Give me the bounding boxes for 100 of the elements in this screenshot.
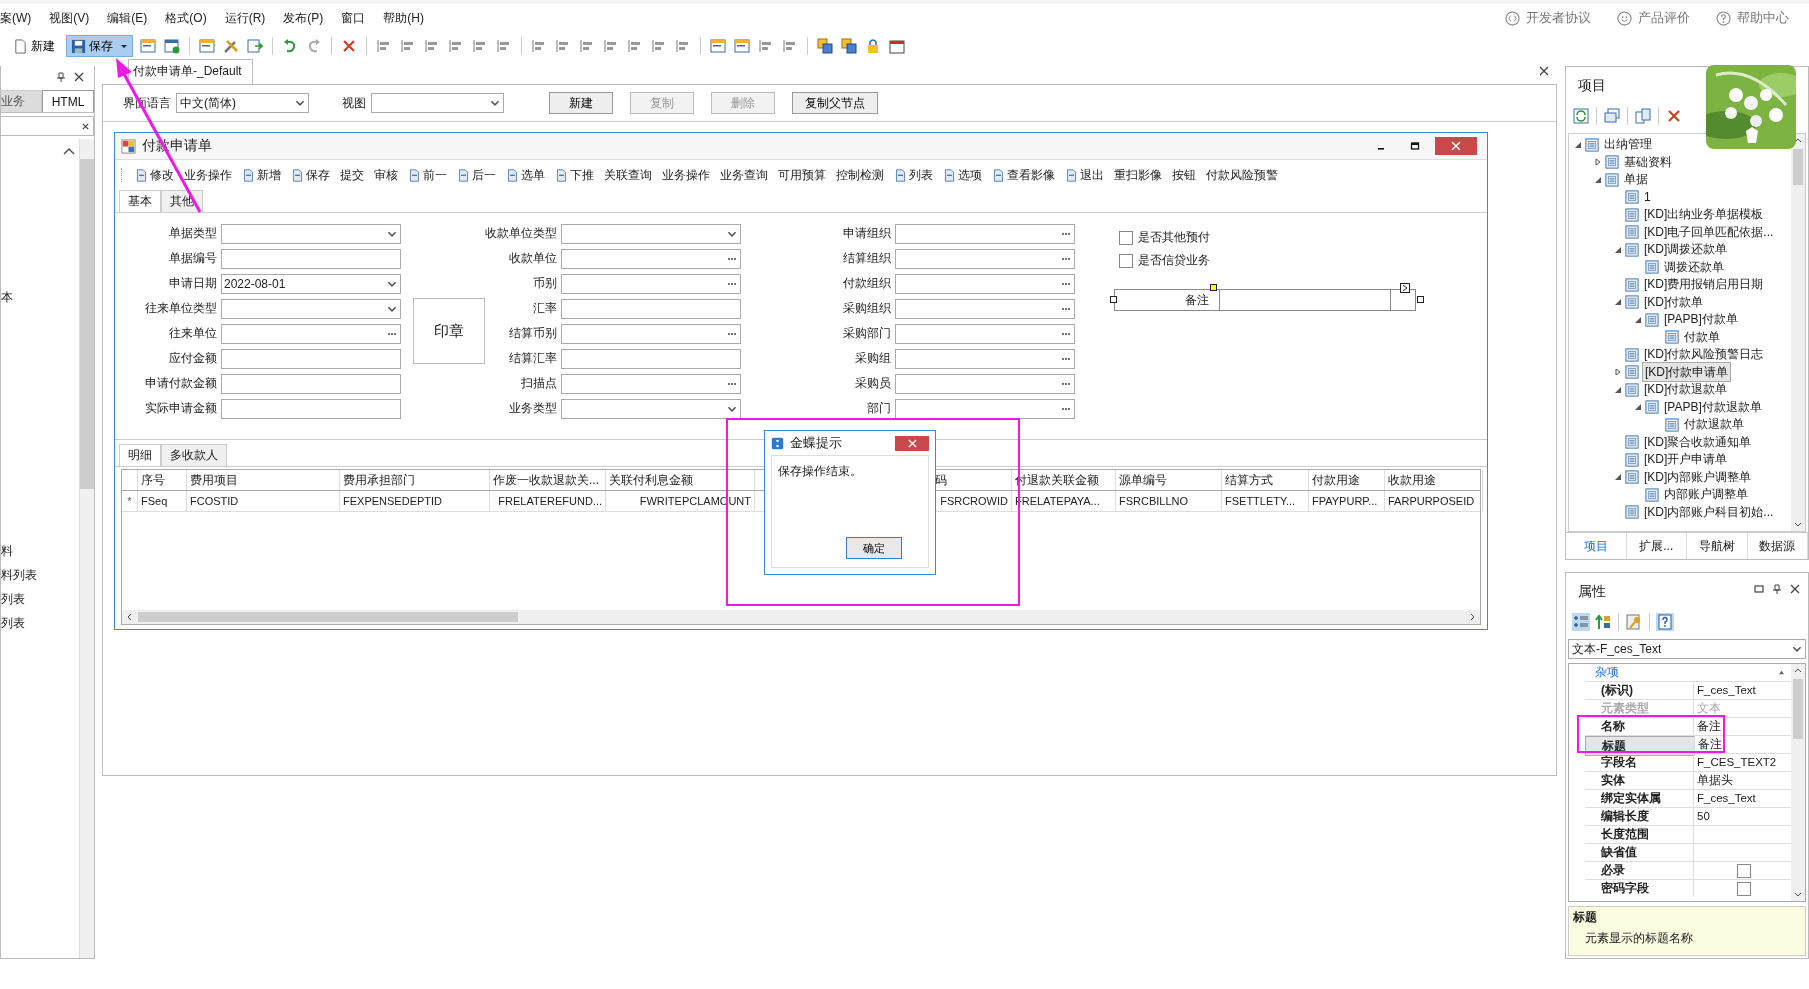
scroll-right-icon[interactable] xyxy=(1468,613,1476,621)
tree-item[interactable]: 基础资料 xyxy=(1622,153,1674,171)
scroll-thumb[interactable] xyxy=(80,159,94,489)
lookup-field[interactable] xyxy=(895,273,1075,294)
lookup-field[interactable] xyxy=(561,273,741,294)
close-button[interactable] xyxy=(895,435,929,451)
property-value[interactable]: 备注 xyxy=(1695,736,1791,753)
dropdown-field[interactable]: 2022-08-01 xyxy=(221,273,401,294)
key-icon[interactable] xyxy=(1625,613,1643,631)
scroll-thumb[interactable] xyxy=(1793,149,1803,185)
tree-item[interactable]: [KD]开户申请单 xyxy=(1642,451,1730,469)
detail-tab[interactable]: 多收款人 xyxy=(161,444,227,466)
toolbar-item[interactable]: 查看影像 xyxy=(987,166,1060,184)
property-name[interactable]: 标题 xyxy=(1585,736,1695,756)
lookup-field[interactable] xyxy=(895,248,1075,269)
panel-tab[interactable]: 项目 xyxy=(1566,533,1627,559)
tree-item[interactable]: [KD]付款风险预警日志 xyxy=(1642,346,1766,364)
scrollbar[interactable] xyxy=(122,610,1480,624)
resize-handle[interactable] xyxy=(1417,296,1424,303)
object-dropdown[interactable]: 文本-F_ces_Text xyxy=(1568,639,1806,659)
tree-item[interactable]: [KD]电子回单匹配依据... xyxy=(1642,223,1776,241)
tree-item[interactable]: 付款单 xyxy=(1682,328,1722,346)
toolbar-item[interactable]: 后一 xyxy=(452,166,501,184)
expanded-icon[interactable] xyxy=(1613,298,1622,307)
expanded-icon[interactable] xyxy=(1613,245,1622,254)
scroll-down-icon[interactable] xyxy=(1794,890,1802,898)
restore-icon[interactable] xyxy=(1754,584,1764,594)
tree-item[interactable]: [KD]费用报销启用日期 xyxy=(1642,276,1766,294)
scroll-up-icon[interactable] xyxy=(1794,667,1802,675)
action-button[interactable]: 复制父节点 xyxy=(792,92,878,114)
toolbar-item[interactable]: 审核 xyxy=(369,166,403,184)
pin-icon[interactable] xyxy=(56,72,66,82)
lookup-field[interactable] xyxy=(895,373,1075,394)
scroll-up-icon[interactable] xyxy=(1794,137,1802,145)
property-name[interactable]: 必录 xyxy=(1585,862,1694,879)
tree-item[interactable]: 单据 xyxy=(1622,171,1650,189)
collapsed-icon[interactable] xyxy=(1593,158,1602,167)
toolbar-item[interactable]: 选单 xyxy=(501,166,550,184)
lookup-field[interactable] xyxy=(561,373,741,394)
tree-item[interactable]: [KD]调拨还款单 xyxy=(1642,241,1730,259)
dropdown-field[interactable] xyxy=(561,398,741,419)
toolbar-item[interactable]: 付款风险预警 xyxy=(1201,166,1283,184)
property-value[interactable]: F_CES_TEXT2 xyxy=(1694,754,1791,771)
window-icon[interactable] xyxy=(709,37,727,55)
close-icon[interactable] xyxy=(74,72,84,82)
tree-item[interactable]: [KD]付款退款单 xyxy=(1642,381,1730,399)
menu-item[interactable]: 格式(O) xyxy=(156,9,216,27)
scrollbar[interactable] xyxy=(1791,134,1805,531)
search-field[interactable] xyxy=(1,116,94,136)
lookup-field[interactable] xyxy=(561,248,741,269)
tree-item[interactable]: 出纳管理 xyxy=(1602,136,1654,154)
resize-handle[interactable] xyxy=(1210,284,1217,291)
panel-tab[interactable]: 导航树 xyxy=(1687,533,1748,559)
expand-icon[interactable] xyxy=(1400,283,1410,293)
ok-button[interactable]: 确定 xyxy=(846,537,902,559)
toolbar-item[interactable]: 选项 xyxy=(938,166,987,184)
checkbox[interactable] xyxy=(1119,230,1133,245)
property-name[interactable]: 密码字段 xyxy=(1585,880,1694,897)
collapse-icon[interactable] xyxy=(63,147,75,155)
panel-tab[interactable]: HTML xyxy=(42,90,94,112)
property-name[interactable]: 实体 xyxy=(1585,772,1694,789)
toolbar-item[interactable]: 可用预算 xyxy=(773,166,831,184)
new-button[interactable]: 新建 xyxy=(8,35,60,57)
text-field[interactable] xyxy=(221,348,401,369)
menu-item[interactable]: 发布(P) xyxy=(274,9,333,27)
pin-icon[interactable] xyxy=(1772,584,1782,594)
menu-item[interactable]: 窗口 xyxy=(332,9,375,27)
list-item[interactable]: 料列表 xyxy=(1,563,79,587)
toolbar-item[interactable]: 保存 xyxy=(286,166,335,184)
list-item[interactable]: 料 xyxy=(1,539,79,563)
windows-icon[interactable] xyxy=(1603,107,1621,125)
text-field[interactable] xyxy=(561,298,741,319)
text-field[interactable] xyxy=(561,348,741,369)
lookup-field[interactable] xyxy=(561,323,741,344)
close-button[interactable] xyxy=(1435,137,1477,155)
scroll-thumb[interactable] xyxy=(138,612,518,622)
property-value[interactable]: 单据头 xyxy=(1694,772,1791,789)
tree-item[interactable]: 调拨还款单 xyxy=(1662,258,1726,276)
tree-item[interactable]: [KD]内部账户调整单 xyxy=(1642,468,1754,486)
language-dropdown[interactable]: 中文(简体) xyxy=(176,93,309,113)
toolbar-item[interactable]: 下推 xyxy=(550,166,599,184)
text-field[interactable] xyxy=(221,373,401,394)
toolbar-item[interactable]: 列表 xyxy=(889,166,938,184)
expanded-icon[interactable] xyxy=(1633,403,1642,412)
lookup-field[interactable] xyxy=(895,348,1075,369)
panel-tab[interactable]: 业务 xyxy=(1,90,42,112)
export-icon[interactable] xyxy=(246,37,264,55)
layers-icon[interactable] xyxy=(816,37,834,55)
window-icon[interactable] xyxy=(163,37,181,55)
tree-item[interactable]: [PAPB]付款单 xyxy=(1662,311,1740,329)
dropdown-field[interactable] xyxy=(561,223,741,244)
tree-item[interactable]: 付款退款单 xyxy=(1682,416,1746,434)
scroll-left-icon[interactable] xyxy=(126,613,134,621)
save-button[interactable]: 保存 xyxy=(66,35,133,57)
refresh-icon[interactable] xyxy=(1572,107,1590,125)
property-value[interactable]: 50 xyxy=(1694,808,1791,825)
window-icon[interactable] xyxy=(198,37,216,55)
property-name[interactable]: 编辑长度 xyxy=(1585,808,1694,825)
property-value[interactable]: F_ces_Text xyxy=(1694,682,1791,699)
menu-item[interactable]: 视图(V) xyxy=(40,9,99,27)
